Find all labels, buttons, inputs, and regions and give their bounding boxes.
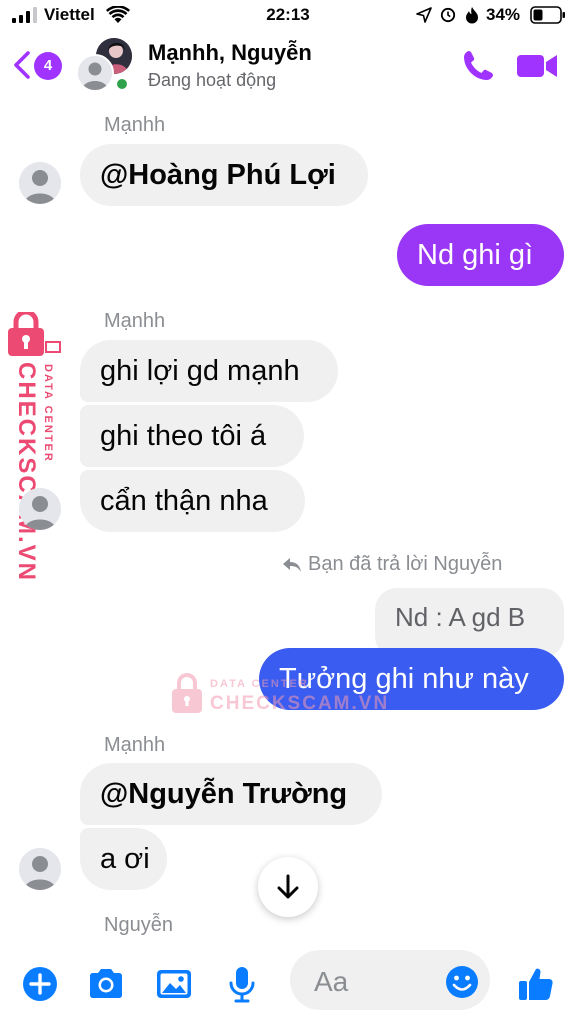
reply-arrow-icon: [283, 557, 301, 572]
message-input-placeholder: Aa: [314, 966, 349, 997]
sender-name: Mạnhh: [104, 310, 166, 332]
online-status-dot: [114, 76, 130, 92]
sender-name: Nguyễn: [104, 914, 173, 936]
flame-icon: [466, 7, 478, 24]
emoji-icon[interactable]: [444, 964, 480, 1000]
plus-icon[interactable]: [20, 964, 60, 1004]
scroll-to-bottom-button[interactable]: [258, 857, 318, 917]
status-bar: Viettel 22:13 34%: [0, 0, 576, 34]
arrow-down-icon: [277, 874, 299, 899]
phone-call-icon[interactable]: [460, 48, 496, 84]
contact-avatar[interactable]: [19, 848, 61, 890]
watermark-center-sub: DATA CENTER: [210, 678, 309, 690]
thumbs-up-icon[interactable]: [516, 964, 556, 1004]
alarm-icon: [440, 7, 456, 23]
watermark-center: DATA CENTER CHECKSCAM.VN: [170, 672, 387, 716]
incoming-message[interactable]: cẩn thận nha: [80, 470, 305, 532]
incoming-message[interactable]: @Nguyễn Trường: [80, 763, 382, 825]
watermark-side-sub: DATA CENTER: [42, 364, 54, 463]
incoming-message[interactable]: a ơi: [80, 828, 167, 890]
conversation-header: 4 Mạnhh, Nguyễn Đang hoạt động: [0, 34, 576, 98]
video-call-icon[interactable]: [516, 50, 558, 82]
outgoing-message[interactable]: Nd ghi gì: [397, 224, 564, 286]
incoming-message[interactable]: ghi lợi gd mạnh: [80, 340, 338, 402]
active-status: Đang hoạt động: [148, 70, 277, 90]
camera-icon[interactable]: [86, 964, 126, 1004]
reply-context: Bạn đã trả lời Nguyễn: [282, 553, 502, 576]
unread-count-badge[interactable]: 4: [34, 52, 62, 80]
contact-avatar[interactable]: [19, 488, 61, 530]
microphone-icon[interactable]: [222, 964, 262, 1004]
location-arrow-icon: [416, 7, 432, 23]
incoming-message[interactable]: @Hoàng Phú Lợi: [80, 144, 368, 206]
sender-name: Mạnhh: [104, 734, 166, 756]
group-avatar: [76, 54, 114, 92]
sender-name: Mạnhh: [104, 114, 166, 136]
gallery-icon[interactable]: [154, 964, 194, 1004]
back-chevron-icon[interactable]: [12, 50, 32, 80]
conversation-title[interactable]: Mạnhh, Nguyễn: [148, 40, 312, 66]
incoming-message[interactable]: ghi theo tôi á: [80, 405, 304, 467]
watermark-center-brand: CHECKSCAM.VN: [210, 693, 390, 714]
message-composer: Aa: [0, 940, 576, 1024]
reply-note-text: Bạn đã trả lời Nguyễn: [308, 553, 503, 575]
battery-percent: 34%: [486, 5, 521, 24]
contact-avatar[interactable]: [19, 162, 61, 204]
battery-icon: [530, 6, 565, 24]
